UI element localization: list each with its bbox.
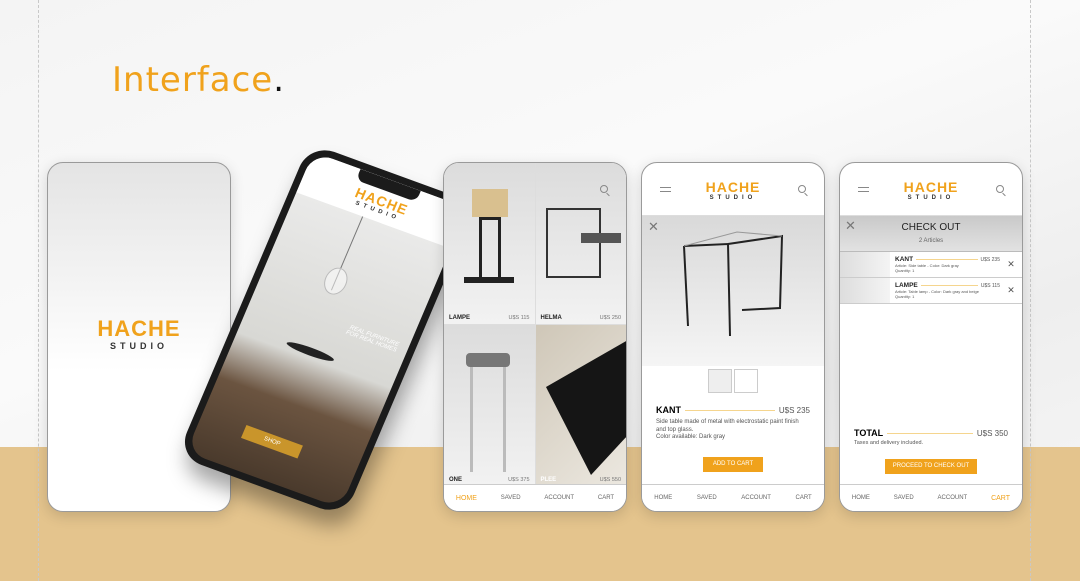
cart-item: LAMPE U$S 115 Article: Table lamp - Color:… xyxy=(840,278,1022,304)
product-detail-screen: HACHE STUDIO ✕ KANT U$S 235 Side table mad… xyxy=(641,162,825,512)
product-card[interactable]: LAMPE U$S 115 xyxy=(444,163,535,324)
nav-cart[interactable]: CART xyxy=(795,495,811,501)
product-color: Color available: Dark gray xyxy=(656,434,726,440)
add-to-cart-button[interactable]: ADD TO CART xyxy=(703,456,763,472)
product-card[interactable]: ONE U$S 375 xyxy=(444,325,535,486)
bottom-nav: HOME SAVED ACCOUNT CART xyxy=(444,484,626,511)
app-header: HACHE STUDIO xyxy=(642,163,824,216)
nav-account[interactable]: ACCOUNT xyxy=(544,495,574,501)
remove-item-icon[interactable]: ✕ xyxy=(1000,259,1022,270)
guide-line xyxy=(38,0,39,581)
bulb-icon xyxy=(319,264,352,298)
item-thumbnail xyxy=(840,252,890,277)
logo: HACHE STUDIO xyxy=(97,316,181,352)
total-label: TOTAL xyxy=(854,428,884,438)
product-card[interactable]: HELMA U$S 250 xyxy=(535,163,626,324)
guide-line xyxy=(1030,0,1031,581)
nav-saved[interactable]: SAVED xyxy=(894,495,914,501)
nav-account[interactable]: ACCOUNT xyxy=(741,495,771,501)
nav-home[interactable]: HOME xyxy=(654,495,672,501)
checkout-title: CHECK OUT xyxy=(901,222,961,233)
stool-image xyxy=(470,367,506,472)
tagline: REAL FURNITURE FOR REAL HOMES xyxy=(344,324,400,354)
article-count: 2 Articles xyxy=(918,238,944,244)
nav-saved[interactable]: SAVED xyxy=(501,495,521,501)
bottom-nav: HOME SAVED ACCOUNT CART xyxy=(642,484,824,511)
nav-home[interactable]: HOME xyxy=(456,495,477,502)
menu-icon[interactable] xyxy=(660,187,671,192)
nav-cart[interactable]: CART xyxy=(598,495,614,501)
nav-saved[interactable]: SAVED xyxy=(697,495,717,501)
shop-button[interactable]: SHOP xyxy=(240,425,303,459)
table-image xyxy=(285,339,336,364)
product-image: ✕ xyxy=(642,216,824,366)
product-description: Side table made of metal with electrosta… xyxy=(656,419,799,433)
total-note: Taxes and delivery included. xyxy=(854,440,924,446)
product-card[interactable]: PLEE U$S 550 xyxy=(535,325,626,486)
nav-cart[interactable]: CART xyxy=(991,495,1010,502)
catalog-screen: LAMPE U$S 115 HELMA U$S 250 ONE U$S 375 PLE… xyxy=(443,162,627,512)
remove-item-icon[interactable]: ✕ xyxy=(1000,285,1022,296)
nav-home[interactable]: HOME xyxy=(852,495,870,501)
close-icon[interactable]: ✕ xyxy=(845,219,856,232)
search-icon[interactable] xyxy=(600,185,608,193)
product-price: U$S 235 xyxy=(778,405,810,415)
product-name: KANT xyxy=(656,405,681,415)
checkout-screen: HACHE STUDIO ✕ CHECK OUT 2 Articles KANT U… xyxy=(839,162,1023,512)
page-title: Interface. xyxy=(112,60,286,100)
pendant-lamp-image xyxy=(545,340,626,475)
thumbnail[interactable] xyxy=(708,369,732,393)
lamp-image xyxy=(472,189,508,217)
table-image xyxy=(545,208,601,278)
total-price: U$S 350 xyxy=(976,428,1008,438)
nav-account[interactable]: ACCOUNT xyxy=(938,495,968,501)
thumbnail[interactable] xyxy=(734,369,758,393)
proceed-checkout-button[interactable]: PROCEED TO CHECK OUT xyxy=(885,459,977,474)
search-icon[interactable] xyxy=(996,185,1004,193)
bottom-nav: HOME SAVED ACCOUNT CART xyxy=(840,484,1022,511)
menu-icon[interactable] xyxy=(858,187,869,192)
search-icon[interactable] xyxy=(798,185,806,193)
item-thumbnail xyxy=(840,278,890,303)
cart-item: KANT U$S 235 Article: Side table - Color: … xyxy=(840,252,1022,278)
app-header: HACHE STUDIO xyxy=(840,163,1022,216)
